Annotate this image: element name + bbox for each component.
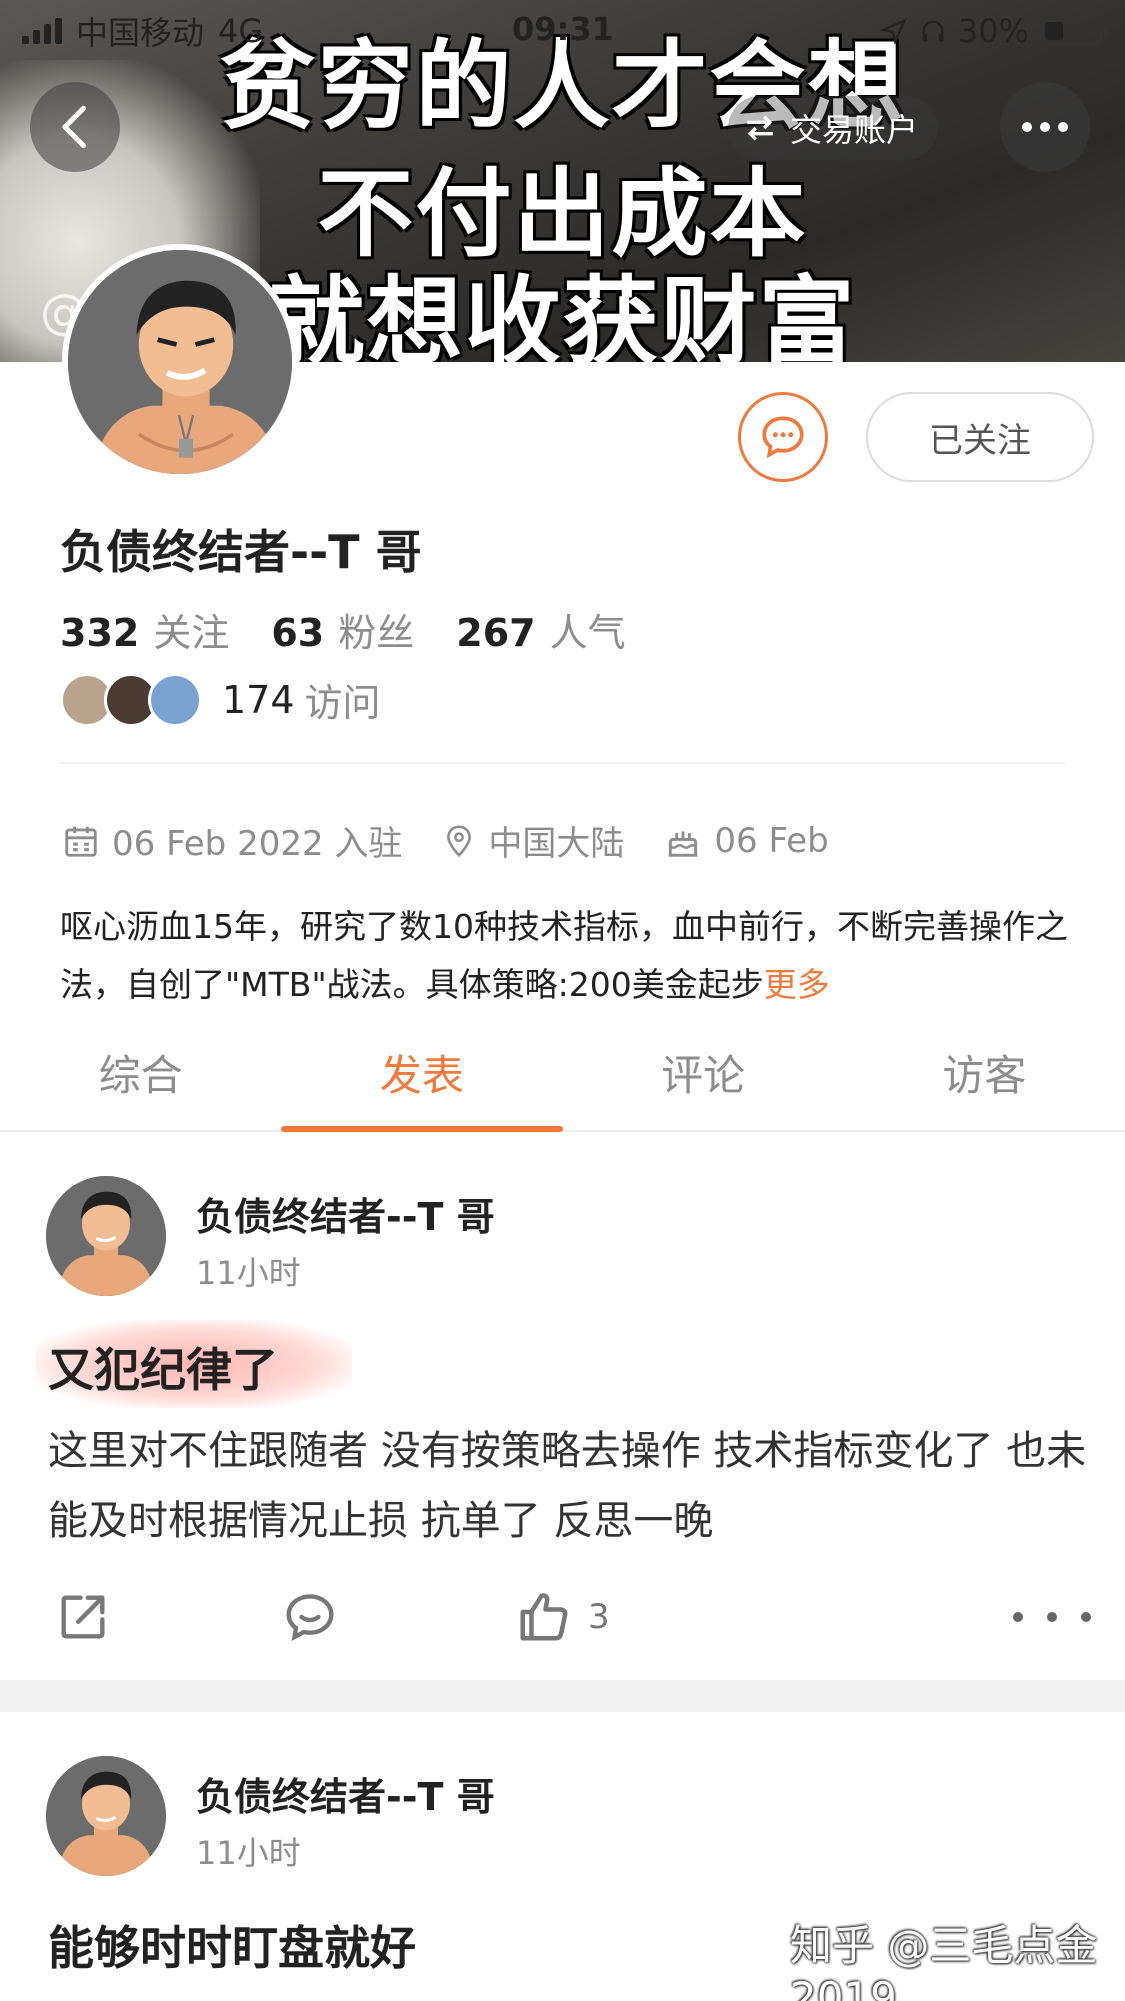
share-icon bbox=[61, 1595, 105, 1639]
profile-name: 负债终结者--T 哥 bbox=[60, 525, 422, 579]
bio-more-link[interactable]: 更多 bbox=[764, 965, 830, 1004]
battery-percent: 30% bbox=[957, 12, 1029, 50]
post-author-avatar[interactable] bbox=[46, 1176, 166, 1296]
post-title: 能够时时盯盘就好 bbox=[48, 1921, 416, 1975]
comment-icon bbox=[286, 1594, 334, 1642]
birthday-label: 06 Feb bbox=[714, 820, 829, 861]
signal-icon bbox=[22, 18, 62, 44]
birthday: 06 Feb bbox=[664, 820, 829, 861]
network-label: 4G bbox=[218, 12, 264, 50]
visitors-row[interactable]: 174 访问 bbox=[60, 672, 381, 727]
profile-stats: 332 关注 63 粉丝 267 人气 bbox=[60, 602, 654, 657]
comment-button[interactable] bbox=[280, 1588, 340, 1646]
swap-arrows-icon bbox=[747, 115, 773, 141]
post-time: 11小时 bbox=[196, 1834, 301, 1872]
birthday-cake-icon bbox=[669, 831, 698, 857]
location-label: 中国大陆 bbox=[488, 824, 625, 864]
zhihu-watermark: 知乎 @三毛点金2019 bbox=[790, 1921, 1098, 2001]
post-author-name[interactable]: 负债终结者--T 哥 bbox=[196, 1186, 495, 1241]
chevron-left-icon bbox=[62, 105, 86, 149]
following-count[interactable]: 332 bbox=[60, 611, 139, 655]
like-count: 3 bbox=[588, 1597, 610, 1637]
post-time: 11小时 bbox=[196, 1254, 301, 1292]
calendar-icon bbox=[65, 826, 97, 857]
tab-posts[interactable]: 发表 bbox=[281, 1028, 563, 1132]
avatar-cartoon-image bbox=[46, 1176, 166, 1296]
post-body: 这里对不住跟随者 没有按策略去操作 技术指标变化了 也未能及时根据情况止损 抗单… bbox=[48, 1428, 1087, 1544]
back-button[interactable] bbox=[30, 82, 120, 172]
status-bar: 中国移动 4G 09:31 30% bbox=[0, 0, 1125, 62]
avatar-cartoon-image bbox=[46, 1756, 166, 1876]
joined-label: 06 Feb 2022 入驻 bbox=[112, 824, 403, 864]
profile-avatar[interactable] bbox=[62, 244, 298, 480]
followers-count[interactable]: 63 bbox=[271, 611, 324, 655]
joined-date: 06 Feb 2022 入驻 bbox=[62, 816, 402, 865]
visits-label: 访问 bbox=[304, 681, 381, 725]
post-title: 又犯纪律了 bbox=[48, 1343, 278, 1397]
location-pin-icon bbox=[447, 825, 472, 857]
tab-comments[interactable]: 评论 bbox=[563, 1028, 844, 1130]
tab-visitors[interactable]: 访客 bbox=[844, 1028, 1125, 1130]
post-card[interactable]: 负债终结者--T 哥 11小时 又犯纪律了 这里对不住跟随者 没有按策略去操作 … bbox=[0, 1134, 1125, 1680]
avatar-cartoon-image bbox=[68, 250, 292, 474]
bio-text: 呕心沥血15年，研究了数10种技术指标，血中前行，不断完善操作之法，自创了"MT… bbox=[60, 907, 1068, 1004]
post-actions: 3 bbox=[0, 1582, 1125, 1652]
battery-icon bbox=[1039, 16, 1109, 46]
visitor-avatar bbox=[148, 672, 202, 727]
message-button[interactable] bbox=[738, 392, 828, 482]
profile-bio: 呕心沥血15年，研究了数10种技术指标，血中前行，不断完善操作之法，自创了"MT… bbox=[60, 898, 1070, 1014]
profile-meta: 06 Feb 2022 入驻 中国大陆 06 Feb bbox=[62, 816, 869, 865]
profile-divider bbox=[60, 762, 1065, 764]
chat-bubble-icon bbox=[762, 416, 804, 459]
popularity-count: 267 bbox=[456, 611, 536, 655]
profile-tabs: 综合 发表 评论 访客 bbox=[0, 1028, 1125, 1132]
headphones-icon bbox=[922, 20, 944, 42]
post-more-button[interactable] bbox=[1008, 1612, 1096, 1622]
post-author-name[interactable]: 负债终结者--T 哥 bbox=[196, 1766, 495, 1821]
location-arrow-icon bbox=[879, 18, 907, 45]
followed-button[interactable]: 已关注 bbox=[866, 392, 1094, 482]
status-right: 30% bbox=[879, 12, 1109, 50]
like-button[interactable]: 3 bbox=[514, 1587, 610, 1647]
trade-account-label: 交易账户 bbox=[790, 111, 919, 149]
following-label[interactable]: 关注 bbox=[153, 602, 229, 657]
status-left: 中国移动 4G bbox=[22, 8, 263, 54]
post-separator bbox=[0, 1680, 1125, 1712]
share-button[interactable] bbox=[54, 1588, 112, 1646]
tab-overview[interactable]: 综合 bbox=[0, 1028, 281, 1130]
location: 中国大陆 bbox=[442, 816, 624, 865]
popularity-label: 人气 bbox=[549, 611, 626, 655]
trade-account-button[interactable]: 交易账户 bbox=[728, 96, 939, 160]
more-options-button[interactable] bbox=[1000, 82, 1090, 172]
post-author-avatar[interactable] bbox=[46, 1756, 166, 1876]
visits-count: 174 bbox=[222, 677, 295, 722]
status-time: 09:31 bbox=[512, 10, 614, 48]
carrier-label: 中国移动 bbox=[76, 14, 205, 52]
followers-label[interactable]: 粉丝 bbox=[338, 602, 414, 657]
thumbs-up-icon bbox=[520, 1593, 568, 1641]
